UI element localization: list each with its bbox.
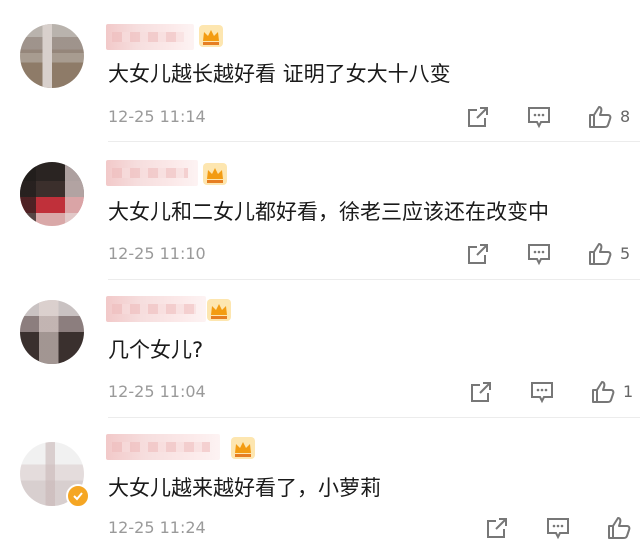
like-count: 5 — [620, 244, 631, 263]
like-icon[interactable] — [606, 515, 632, 541]
crown-icon — [199, 25, 223, 47]
like-icon[interactable] — [587, 104, 613, 130]
comment-time: 12-25 11:10 — [108, 244, 206, 263]
like-icon[interactable] — [587, 241, 613, 267]
comment-time: 12-25 11:24 — [108, 518, 206, 537]
share-icon[interactable] — [484, 515, 510, 541]
comment-icon[interactable] — [529, 379, 555, 405]
comment-item: 大女儿和二女儿都好看，徐老三应该还在改变中 12-25 11:10 5 — [0, 142, 640, 280]
comment-text: 几个女儿? — [108, 338, 204, 362]
comment-time: 12-25 11:14 — [108, 107, 206, 126]
avatar[interactable] — [20, 24, 84, 88]
crown-icon — [203, 163, 227, 185]
comment-icon[interactable] — [526, 241, 552, 267]
like-count: 1 — [623, 382, 634, 401]
share-icon[interactable] — [468, 379, 494, 405]
comment-item: 几个女儿? 12-25 11:04 1 — [0, 280, 640, 418]
username-blurred[interactable] — [106, 24, 194, 50]
comment-icon[interactable] — [526, 104, 552, 130]
verified-badge — [66, 484, 90, 508]
share-icon[interactable] — [465, 104, 491, 130]
check-icon — [73, 492, 83, 501]
comment-item: 大女儿越来越好看了，小萝莉 12-25 11:24 — [0, 418, 640, 550]
comment-icon[interactable] — [545, 515, 571, 541]
share-icon[interactable] — [465, 241, 491, 267]
comment-time: 12-25 11:04 — [108, 382, 206, 401]
username-blurred[interactable] — [106, 296, 206, 322]
avatar[interactable] — [20, 300, 84, 364]
avatar[interactable] — [20, 162, 84, 226]
like-count: 8 — [620, 107, 631, 126]
comment-item: 大女儿越长越好看 证明了女大十八变 12-25 11:14 8 — [0, 0, 640, 142]
crown-icon — [231, 437, 255, 459]
like-icon[interactable] — [590, 379, 616, 405]
username-blurred[interactable] — [106, 160, 198, 186]
crown-icon — [207, 299, 231, 321]
comment-text: 大女儿和二女儿都好看，徐老三应该还在改变中 — [108, 200, 549, 224]
username-blurred[interactable] — [106, 434, 220, 460]
comment-text: 大女儿越来越好看了，小萝莉 — [108, 476, 381, 500]
comment-text: 大女儿越长越好看 证明了女大十八变 — [108, 62, 451, 86]
